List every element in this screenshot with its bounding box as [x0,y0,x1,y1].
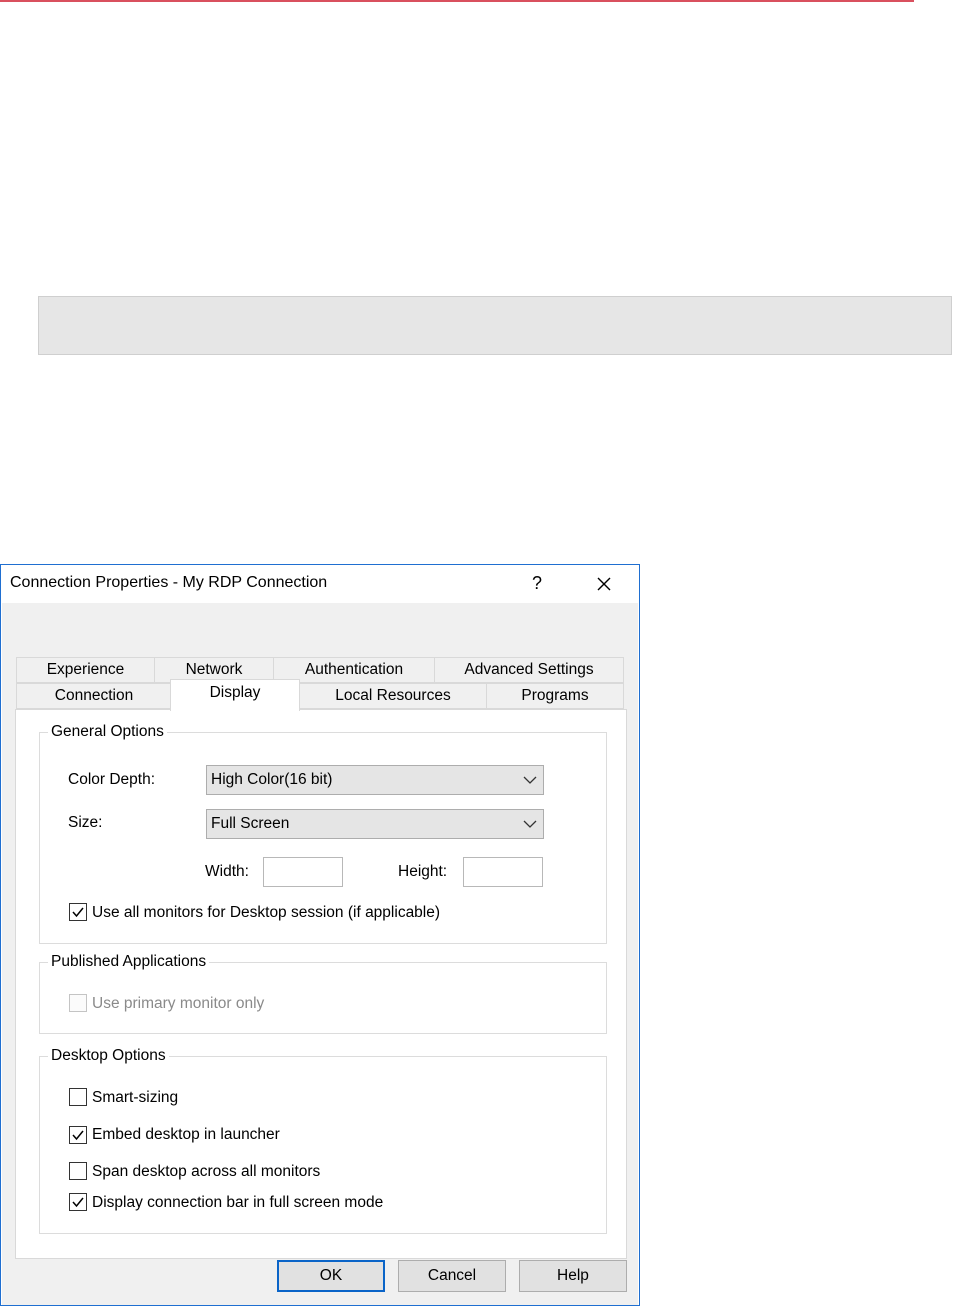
all-monitors-label[interactable]: Use all monitors for Desktop session (if… [92,904,440,922]
cancel-button[interactable]: Cancel [398,1260,506,1292]
smart-sizing-checkbox[interactable] [69,1088,87,1106]
color-depth-label: Color Depth: [68,771,156,788]
primary-monitor-checkbox [69,994,87,1012]
published-applications-group: Published Applications Use primary monit… [39,953,607,1034]
general-options-legend: General Options [48,723,167,741]
tab-programs[interactable]: Programs [486,683,624,709]
display-tab-panel: General Options Color Depth: High Color(… [15,709,627,1259]
page-gray-band [38,296,952,355]
height-label: Height: [398,863,448,880]
height-input[interactable] [463,857,543,887]
ok-button[interactable]: OK [277,1260,385,1292]
all-monitors-checkbox[interactable] [69,903,87,921]
checkmark-icon [72,1197,84,1208]
help-button[interactable]: Help [519,1260,627,1292]
page-top-rule [0,0,914,2]
embed-desktop-checkbox[interactable] [69,1126,87,1144]
button-row: OK Cancel Help [2,1260,638,1300]
close-icon[interactable] [591,571,617,597]
size-label: Size: [68,814,103,831]
help-question-icon[interactable]: ? [525,571,549,595]
dialog-titlebar[interactable]: Connection Properties - My RDP Connectio… [1,565,639,603]
desktop-options-group: Desktop Options Smart-sizing Embed deskt… [39,1047,607,1234]
connection-bar-checkbox[interactable] [69,1193,87,1211]
span-desktop-label[interactable]: Span desktop across all monitors [92,1163,320,1181]
checkmark-icon [72,907,84,918]
smart-sizing-label[interactable]: Smart-sizing [92,1089,178,1107]
color-depth-select[interactable]: High Color(16 bit) [206,765,544,795]
tab-advanced-settings[interactable]: Advanced Settings [434,657,624,683]
tab-local-resources[interactable]: Local Resources [299,683,487,709]
chevron-down-icon [523,776,537,784]
embed-desktop-label[interactable]: Embed desktop in launcher [92,1126,280,1144]
primary-monitor-label: Use primary monitor only [92,995,265,1012]
size-value: Full Screen [211,815,290,832]
general-options-group: General Options Color Depth: High Color(… [39,723,607,944]
width-label: Width: [205,863,249,880]
span-desktop-checkbox[interactable] [69,1162,87,1180]
color-depth-value: High Color(16 bit) [211,771,333,788]
published-applications-legend: Published Applications [48,953,210,971]
tab-display[interactable]: Display [170,679,300,711]
width-input[interactable] [263,857,343,887]
chevron-down-icon [523,820,537,828]
connection-bar-label[interactable]: Display connection bar in full screen mo… [92,1194,383,1212]
connection-properties-dialog: Connection Properties - My RDP Connectio… [0,564,640,1306]
checkmark-icon [72,1130,84,1141]
tab-experience[interactable]: Experience [16,657,155,683]
size-select[interactable]: Full Screen [206,809,544,839]
dialog-title: Connection Properties - My RDP Connectio… [10,574,328,591]
desktop-options-legend: Desktop Options [48,1047,169,1065]
tab-connection[interactable]: Connection [16,683,172,709]
dialog-client-area: Experience Network Authentication Advanc… [2,603,638,1305]
